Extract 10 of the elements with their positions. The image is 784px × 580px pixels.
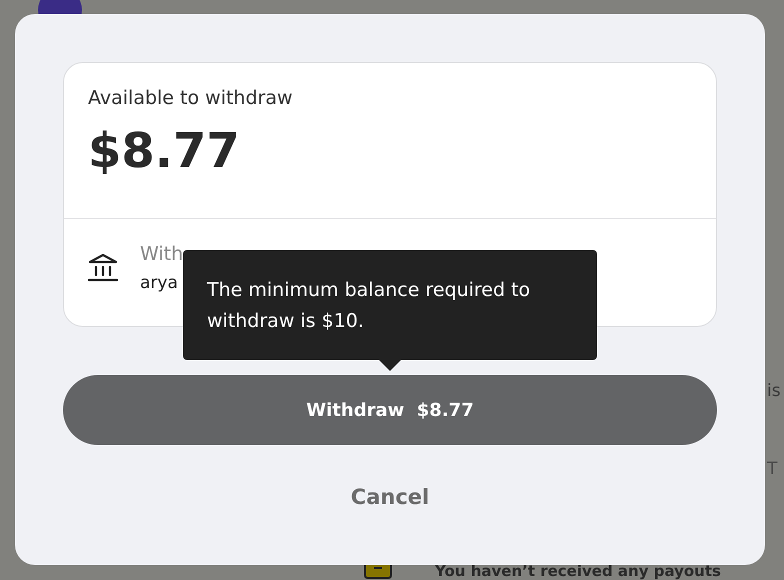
bank-icon xyxy=(88,254,118,282)
method-label: With xyxy=(140,243,184,265)
balance-amount: $8.77 xyxy=(88,123,240,179)
tooltip: The minimum balance required to withdraw is $10. xyxy=(183,250,597,360)
cancel-button[interactable]: Cancel xyxy=(342,481,438,513)
available-label: Available to withdraw xyxy=(88,87,293,109)
method-account: arya xyxy=(140,273,178,293)
payouts-message: You haven’t received any payouts xyxy=(435,563,721,580)
background-text: is xyxy=(767,381,781,401)
tooltip-pointer-icon xyxy=(378,359,402,371)
